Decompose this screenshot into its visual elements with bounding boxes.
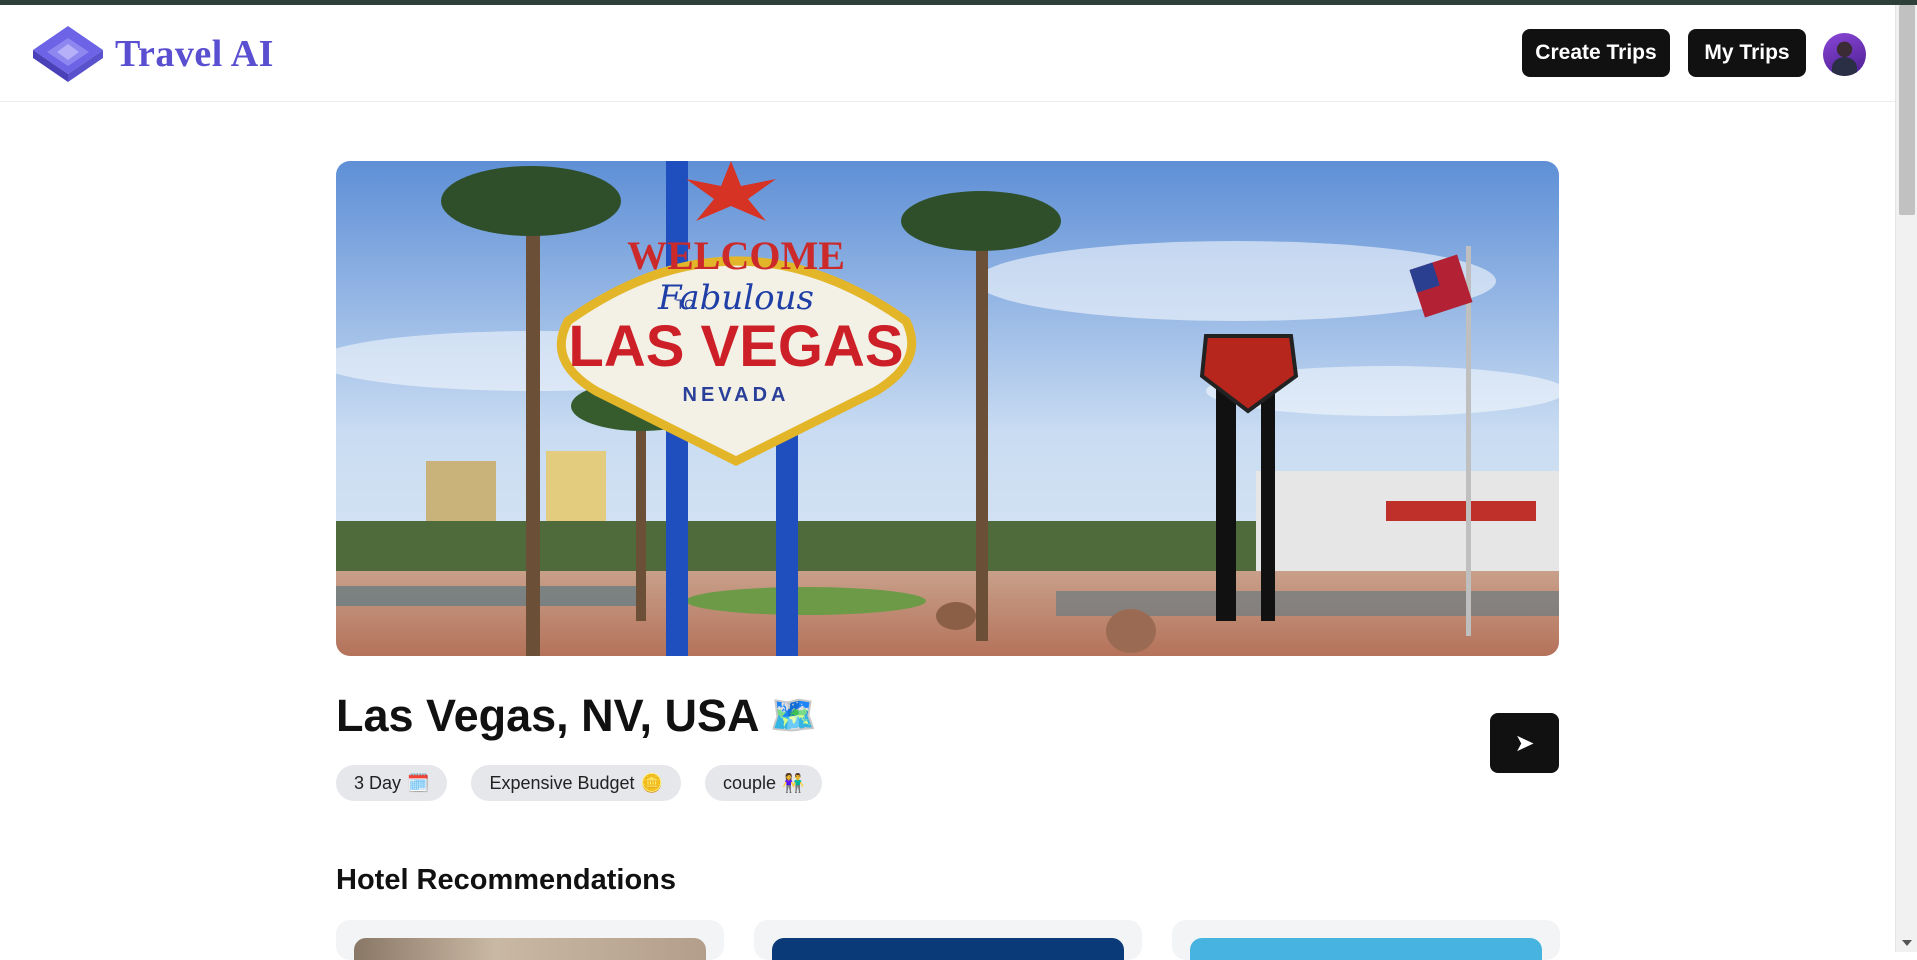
hotel-card[interactable] (1172, 920, 1560, 960)
svg-text:Fabulous: Fabulous (657, 278, 814, 318)
chip-label: couple (722, 772, 777, 793)
hotel-image (1190, 938, 1542, 960)
hotel-card[interactable] (754, 920, 1142, 960)
scrollbar-thumb[interactable] (1899, 5, 1915, 215)
scroll-down-arrow-icon[interactable] (1902, 940, 1912, 946)
top-navbar: Travel AI Create Trips My Trips (0, 5, 1895, 102)
hotel-image (772, 938, 1124, 960)
stacked-layers-icon (33, 26, 103, 82)
couple-icon: 👫 (782, 772, 805, 793)
svg-text:NEVADA: NEVADA (683, 384, 790, 406)
destination-name: Las Vegas, NV, USA (336, 690, 760, 741)
hotel-recommendations-heading: Hotel Recommendations (336, 864, 676, 896)
chip-label: Expensive Budget (489, 772, 635, 793)
share-trip-button[interactable]: ➤ (1490, 713, 1559, 773)
travelers-chip: couple 👫 (704, 765, 823, 801)
svg-text:LAS VEGAS: LAS VEGAS (568, 314, 903, 379)
user-avatar[interactable] (1823, 33, 1866, 76)
hotel-card[interactable] (336, 920, 724, 960)
brand-name: Travel AI (115, 33, 274, 75)
calendar-icon: 🗓️ (407, 772, 430, 793)
trip-info-chips: 3 Day 🗓️ Expensive Budget 🪙 couple 👫 (336, 765, 823, 801)
budget-chip: Expensive Budget 🪙 (471, 765, 681, 801)
svg-text:WELCOME: WELCOME (627, 233, 845, 278)
destination-hero-image: WELCOME TO Fabulous LAS VEGAS NEVADA (336, 161, 1559, 656)
chip-label: 3 Day (354, 772, 402, 793)
brand-logo[interactable]: Travel AI (29, 22, 274, 86)
map-icon: 🗺️ (769, 695, 817, 737)
create-trips-button[interactable]: Create Trips (1522, 29, 1670, 77)
duration-chip: 3 Day 🗓️ (336, 765, 448, 801)
destination-title: Las Vegas, NV, USA 🗺️ (336, 690, 817, 742)
page-scrollbar[interactable] (1895, 5, 1917, 952)
my-trips-button[interactable]: My Trips (1688, 29, 1806, 77)
hotel-image (354, 938, 706, 960)
coin-icon: 🪙 (640, 772, 663, 793)
send-icon: ➤ (1514, 729, 1535, 757)
